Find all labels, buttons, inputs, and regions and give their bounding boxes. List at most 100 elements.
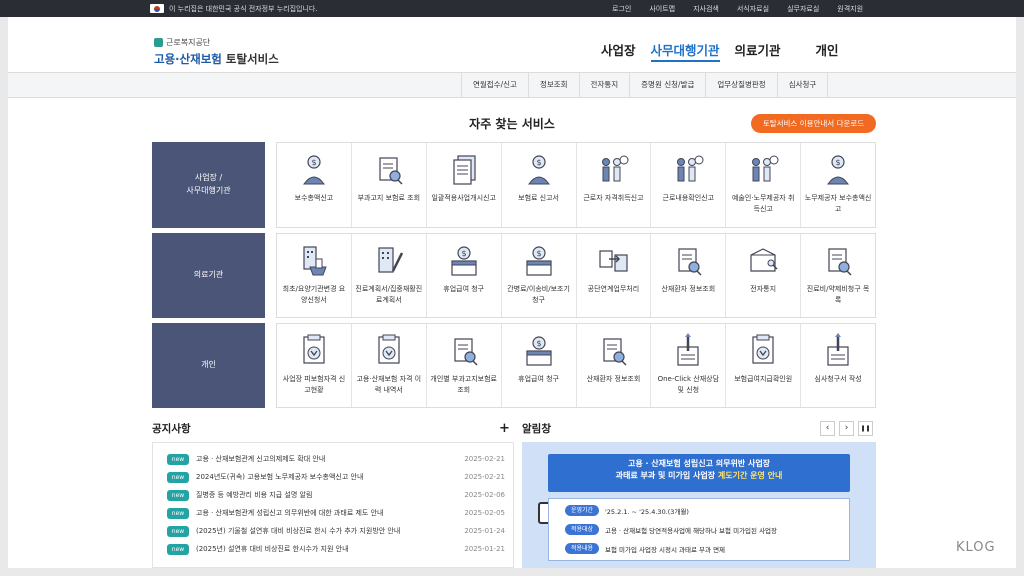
service-tile[interactable]: 진료비/약제비청구 목록	[801, 234, 875, 317]
subnav-report[interactable]: 연월접수/신고	[461, 73, 528, 97]
sitemap-link[interactable]: 사이트맵	[649, 4, 675, 14]
subnav-disease-judgment[interactable]: 업무상질병판정	[705, 73, 776, 97]
notice-item[interactable]: new 고용 · 산재보험관계 성립신고 의무위반에 대한 과태료 제도 안내 20…	[167, 505, 505, 521]
new-badge: new	[167, 543, 189, 555]
gov-bar: 이 누리집은 대한민국 공식 전자정부 누리집입니다. 로그인 사이트맵 지사검…	[0, 0, 1024, 17]
nav-medical[interactable]: 의료기관	[735, 39, 781, 62]
search-document-icon	[820, 243, 856, 279]
service-tile[interactable]: 보험급여지급확인원	[726, 324, 802, 407]
subnav-e-notice[interactable]: 전자통지	[578, 73, 630, 97]
service-tile[interactable]: 진료계획서/집중재활진료계획서	[352, 234, 427, 317]
gov-notice-text: 이 누리집은 대한민국 공식 전자정부 누리집입니다.	[169, 5, 318, 13]
service-tile[interactable]: 산재환자 정보조회	[577, 324, 652, 407]
service-tile[interactable]: 최초/요양기관변경 요양신청서	[277, 234, 352, 317]
service-grid-workplace: $ 보수총액신고 부과고지 보험료 조회 일괄적용사업개시신고 $ 보험료 신고서 근로자 …	[276, 142, 876, 228]
service-tile[interactable]: $ 노무제공자 보수총액신고	[801, 143, 875, 227]
new-badge: new	[167, 453, 189, 465]
service-tile[interactable]: 근로자 자격취득신고	[577, 143, 652, 227]
service-label: 보험료 신고서	[518, 194, 559, 202]
service-tile[interactable]: 부과고지 보험료 조회	[352, 143, 427, 227]
notice-item[interactable]: new 고용 · 산재보험관계 신고의제제도 확대 안내 2025-02-21	[167, 451, 505, 467]
people-icon	[670, 152, 706, 188]
subnav-inquiry[interactable]: 정보조회	[527, 73, 579, 97]
notice-item[interactable]: new (2025년) 설연휴 대비 비상진료 한시수가 지원 안내 2025-01…	[167, 541, 505, 557]
notice-more-button[interactable]: +	[499, 421, 510, 436]
korea-flag-icon	[150, 4, 164, 13]
search-document-icon	[446, 333, 482, 369]
notice-item[interactable]: new 2024년도(귀속) 고용보험 노무제공자 보수총액신고 안내 2025-0…	[167, 469, 505, 485]
nav-agency[interactable]: 사무대행기관	[650, 39, 720, 62]
service-label: 근로자 자격취득신고	[583, 194, 644, 202]
svg-text:$: $	[536, 249, 541, 258]
search-document-icon	[371, 152, 407, 188]
kcomwel-logo-icon	[154, 38, 163, 47]
pen-document-icon	[670, 333, 706, 369]
banner-details: 운영기간 '25.2.1. ~ '25.4.30.(3개월) 적용대상 고용 · 산…	[548, 498, 850, 561]
service-name: 고용·산재보험 토탈서비스	[154, 52, 279, 66]
service-tile[interactable]: 일괄적용사업개시신고	[427, 143, 502, 227]
svg-text:$: $	[536, 339, 541, 348]
money-person-icon: $	[296, 152, 332, 188]
notice-title: 공지사항	[152, 423, 191, 435]
watermark: KLOG	[956, 540, 996, 555]
subnav-appeal[interactable]: 심사청구	[776, 73, 829, 97]
svg-text:$: $	[461, 249, 466, 258]
service-label: 진료계획서/집중재활진료계획서	[355, 285, 423, 304]
alarm-banner[interactable]: 고용 · 산재보험 성립신고 의무위반 사업장 과태료 부과 및 미가입 사업장…	[522, 442, 876, 568]
remote-support-link[interactable]: 원격지원	[837, 4, 863, 14]
service-label: 예술인·노무제공자 취득신고	[731, 194, 795, 213]
pause-button[interactable]: ❚❚	[858, 421, 873, 436]
service-label: 보수총액신고	[294, 194, 334, 202]
service-tile[interactable]: $ 보수총액신고	[277, 143, 352, 227]
service-tile[interactable]: $ 간병료/이송비/보조기 청구	[502, 234, 577, 317]
download-doc-icon	[371, 333, 407, 369]
notice-item[interactable]: new 질병증 등 예방관리 비용 지급 설명 알림 2025-02-06	[167, 487, 505, 503]
nav-workplace[interactable]: 사업장	[601, 39, 636, 62]
service-label: 부과고지 보험료 조회	[357, 194, 421, 202]
practice-materials-link[interactable]: 실무자료실	[787, 4, 819, 14]
service-label: 심사청구서 작성	[814, 375, 862, 383]
service-grid-individual: 사업장 피보험자격 신고현황 고용·산재보험 자격 이력 내역서 개인별 부과고지보…	[276, 323, 876, 408]
service-label: 일괄적용사업개시신고	[431, 194, 496, 202]
login-link[interactable]: 로그인	[612, 4, 631, 14]
service-tile[interactable]: 고용·산재보험 자격 이력 내역서	[352, 324, 427, 407]
site-logo[interactable]: 근로복지공단 고용·산재보험 토탈서비스	[154, 37, 279, 67]
service-tile[interactable]: $ 보험료 신고서	[502, 143, 577, 227]
nav-individual[interactable]: 개인	[816, 39, 839, 62]
next-button[interactable]: ›	[839, 421, 854, 436]
banner-heading: 고용 · 산재보험 성립신고 의무위반 사업장 과태료 부과 및 미가입 사업장…	[548, 454, 850, 492]
service-tile[interactable]: $ 휴업급여 청구	[427, 234, 502, 317]
forms-link[interactable]: 서식자료실	[737, 4, 769, 14]
row-head-individual: 개인	[152, 323, 265, 408]
service-tile[interactable]: 사업장 피보험자격 신고현황	[277, 324, 352, 407]
service-tile[interactable]: 산재환자 정보조회	[651, 234, 727, 317]
service-label: 휴업급여 청구	[518, 375, 559, 383]
service-tile[interactable]: 개인별 부과고지보험료 조회	[427, 324, 502, 407]
subnav-certificate[interactable]: 증명원 신청/발급	[629, 73, 705, 97]
branch-search-link[interactable]: 지사검색	[693, 4, 719, 14]
service-tile[interactable]: 예술인·노무제공자 취득신고	[726, 143, 802, 227]
service-tile[interactable]: 전자통지	[726, 234, 802, 317]
service-tile[interactable]: 심사청구서 작성	[801, 324, 875, 407]
notice-list: new 고용 · 산재보험관계 신고의제제도 확대 안내 2025-02-21 ne…	[152, 442, 514, 568]
money-person-icon: $	[820, 152, 856, 188]
new-badge: new	[167, 471, 189, 483]
search-document-icon	[595, 333, 631, 369]
people-icon	[595, 152, 631, 188]
service-tile[interactable]: 근로내용확인신고	[651, 143, 727, 227]
service-label: 산재환자 정보조회	[661, 285, 716, 293]
notice-item[interactable]: new (2025년) 기울철 설연휴 대비 비상진료 한시 수가 추가 지원방안…	[167, 523, 505, 539]
guide-download-button[interactable]: 토탈서비스 이용안내서 다운로드	[751, 114, 876, 133]
money-box-icon: $	[521, 243, 557, 279]
service-label: 노무제공자 보수총액신고	[804, 194, 872, 213]
prev-button[interactable]: ‹	[820, 421, 835, 436]
row-head-medical: 의료기관	[152, 233, 265, 318]
service-tile[interactable]: One-Click 산재상담 및 신청	[651, 324, 727, 407]
service-tile[interactable]: 공단연계업무처리	[577, 234, 652, 317]
sub-nav: 연월접수/신고 정보조회 전자통지 증명원 신청/발급 업무상질병판정 심사청구	[8, 72, 1016, 98]
service-label: 개인별 부과고지보험료 조회	[430, 375, 497, 394]
service-label: 공단연계업무처리	[587, 285, 640, 293]
svg-text:$: $	[311, 158, 316, 167]
service-label: 전자통지	[750, 285, 777, 293]
service-tile[interactable]: $ 휴업급여 청구	[502, 324, 577, 407]
